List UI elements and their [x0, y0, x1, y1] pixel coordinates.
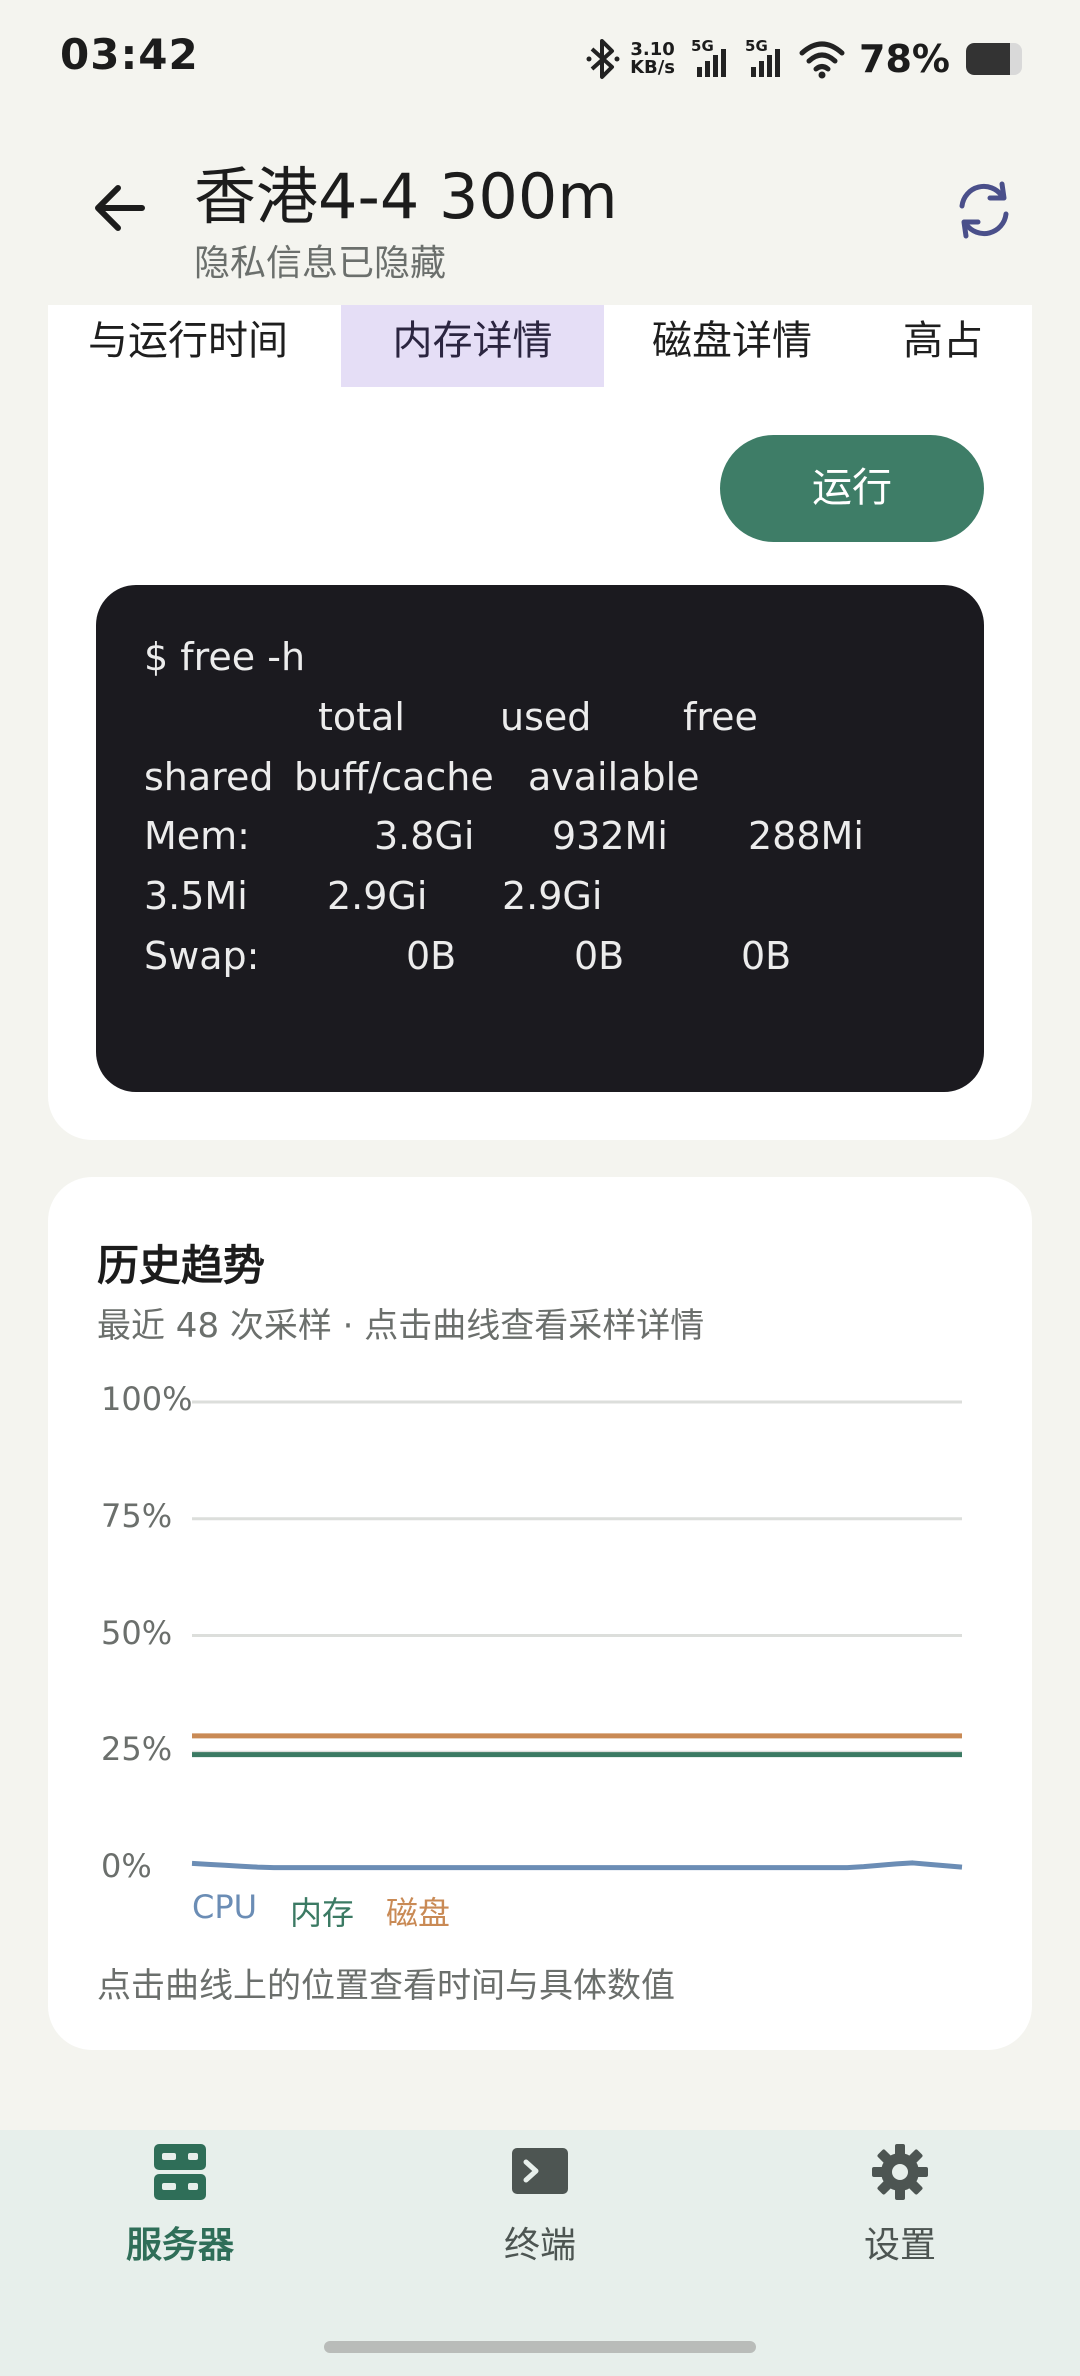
nav-terminal[interactable]: 终端	[440, 2140, 640, 2268]
server-icon	[154, 2144, 206, 2200]
nav-label: 设置	[863, 2225, 936, 2266]
legend-item: CPU	[192, 1888, 258, 1926]
y-tick-label: 50%	[101, 1613, 173, 1652]
history-hint: 点击曲线上的位置查看时间与具体数值	[97, 1966, 675, 2006]
nav-settings[interactable]: 设置	[800, 2140, 1000, 2268]
nav-servers[interactable]: 服务器	[80, 2140, 280, 2268]
legend-item: 磁盘	[386, 1894, 451, 1932]
nav-label: 终端	[503, 2225, 576, 2266]
nav-label: 服务器	[125, 2225, 234, 2266]
y-tick-label: 100%	[101, 1380, 193, 1418]
gear-icon	[872, 2144, 928, 2200]
history-chart[interactable]	[0, 0, 1080, 2376]
y-tick-label: 0%	[101, 1847, 152, 1885]
home-indicator[interactable]	[324, 2341, 756, 2353]
legend-item: 内存	[290, 1894, 355, 1932]
y-tick-label: 75%	[101, 1496, 173, 1535]
series-line-0[interactable]	[191, 1860, 963, 1871]
y-tick-label: 25%	[101, 1730, 173, 1769]
terminal-icon	[512, 2148, 568, 2194]
